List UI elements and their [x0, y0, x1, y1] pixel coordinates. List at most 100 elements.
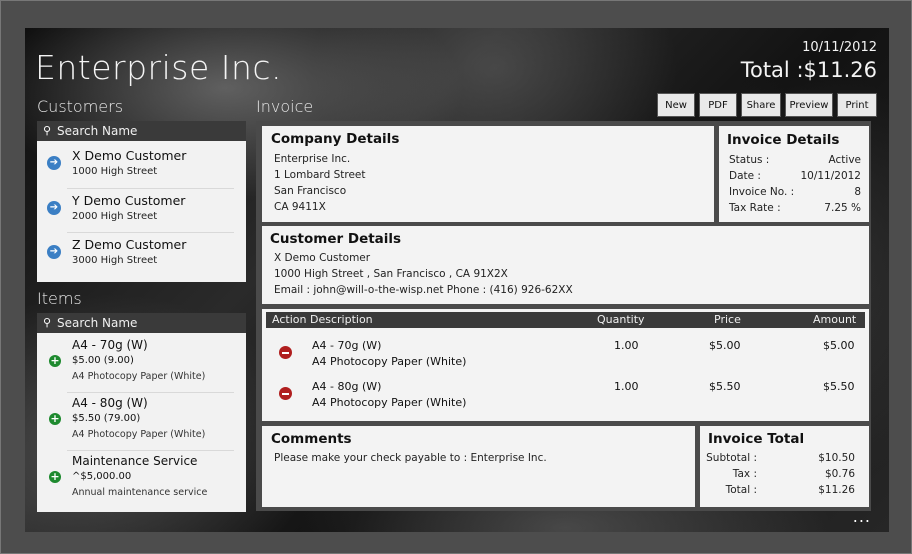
customer-details-contact: Email : john@will-o-the-wisp.net Phone :…: [274, 284, 573, 296]
new-button[interactable]: New: [657, 93, 695, 117]
comments-title: Comments: [271, 431, 352, 447]
app-title: Enterprise Inc.: [35, 48, 283, 87]
invoice-total-card: Invoice Total Subtotal : $10.50 Tax : $0…: [700, 426, 869, 507]
arrow-right-icon: ➔: [47, 245, 61, 259]
total-value: $11.26: [818, 484, 855, 496]
customers-panel: ⚲ Search Name ➔ X Demo Customer 1000 Hig…: [37, 121, 246, 282]
item-price: $5.00 (9.00): [72, 355, 134, 366]
line-items-header: Action Description Quantity Price Amount: [266, 312, 865, 328]
col-action: Action: [272, 313, 307, 326]
item-description: A4 Photocopy Paper (White): [72, 371, 206, 382]
customer-name: Y Demo Customer: [72, 193, 186, 208]
item-search-input[interactable]: ⚲ Search Name: [37, 313, 246, 333]
customer-address: 2000 High Street: [72, 211, 158, 222]
customer-item-z[interactable]: ➔ Z Demo Customer 3000 High Street: [37, 232, 245, 276]
item-row-a4-70g[interactable]: + A4 - 70g (W) $5.00 (9.00) A4 Photocopy…: [37, 335, 245, 393]
customer-item-y[interactable]: ➔ Y Demo Customer 2000 High Street: [37, 188, 245, 232]
customer-search-placeholder: Search Name: [57, 124, 138, 138]
line-item-amount: $5.50: [823, 380, 855, 393]
company-line: CA 9411X: [274, 201, 326, 213]
customer-details-title: Customer Details: [270, 231, 402, 247]
line-item-description: A4 Photocopy Paper (White): [312, 396, 467, 409]
customer-details-card: Customer Details X Demo Customer 1000 Hi…: [262, 226, 869, 304]
search-icon: ⚲: [43, 316, 52, 329]
line-item-name: A4 - 80g (W): [312, 380, 382, 393]
customer-address: 1000 High Street: [72, 166, 158, 177]
add-icon: +: [49, 354, 61, 367]
search-icon: ⚲: [43, 124, 52, 137]
col-amount: Amount: [813, 313, 857, 326]
customer-details-address: 1000 High Street , San Francisco , CA 91…: [274, 268, 508, 280]
arrow-right-icon: ➔: [47, 156, 61, 170]
tax-rate-value: 7.25 %: [824, 202, 861, 214]
invoice-heading: Invoice: [256, 97, 314, 116]
line-item-quantity: 1.00: [614, 339, 639, 352]
item-search-placeholder: Search Name: [57, 316, 138, 330]
status-value: Active: [828, 154, 861, 166]
item-row-maintenance[interactable]: + Maintenance Service ^$5,000.00 Annual …: [37, 451, 245, 509]
item-name: Maintenance Service: [72, 454, 198, 468]
customers-heading: Customers: [37, 97, 124, 116]
status-label: Status :: [729, 154, 770, 166]
date-value: 10/11/2012: [800, 170, 861, 182]
subtotal-value: $10.50: [818, 452, 855, 464]
customer-name: X Demo Customer: [72, 148, 187, 163]
invoice-details-card: Invoice Details Status : Active Date : 1…: [719, 126, 869, 222]
customer-address: 3000 High Street: [72, 255, 158, 266]
invoice-total-title: Invoice Total: [708, 431, 805, 447]
preview-button[interactable]: Preview: [785, 93, 833, 117]
company-details-title: Company Details: [271, 131, 400, 147]
header-date: 10/11/2012: [802, 40, 877, 55]
col-price: Price: [714, 313, 741, 326]
comments-text[interactable]: Please make your check payable to : Ente…: [274, 452, 547, 464]
items-panel: ⚲ Search Name + A4 - 70g (W) $5.00 (9.00…: [37, 313, 246, 512]
line-item-amount: $5.00: [823, 339, 855, 352]
customer-search-input[interactable]: ⚲ Search Name: [37, 121, 246, 141]
tax-value: $0.76: [824, 468, 855, 480]
add-icon: +: [49, 412, 61, 425]
total-label: Total :: [725, 484, 757, 496]
arrow-right-icon: ➔: [47, 201, 61, 215]
pdf-button[interactable]: PDF: [699, 93, 737, 117]
print-button[interactable]: Print: [837, 93, 877, 117]
line-item-description: A4 Photocopy Paper (White): [312, 355, 467, 368]
item-name: A4 - 70g (W): [72, 338, 148, 352]
customer-name: Z Demo Customer: [72, 237, 187, 252]
device-frame: Enterprise Inc. 10/11/2012 Total :$11.26…: [0, 0, 912, 554]
line-item-price: $5.50: [709, 380, 741, 393]
app-screen: Enterprise Inc. 10/11/2012 Total :$11.26…: [25, 28, 889, 532]
invoice-number-value: 8: [854, 186, 861, 198]
item-description: A4 Photocopy Paper (White): [72, 429, 206, 440]
col-quantity: Quantity: [597, 313, 645, 326]
line-item-name: A4 - 70g (W): [312, 339, 382, 352]
company-details-card: Company Details Enterprise Inc. 1 Lombar…: [262, 126, 714, 222]
item-price: $5.50 (79.00): [72, 413, 141, 424]
tax-rate-label: Tax Rate :: [729, 202, 781, 214]
col-description: Description: [310, 313, 373, 326]
item-price: ^$5,000.00: [72, 471, 132, 482]
invoice-number-label: Invoice No. :: [729, 186, 795, 198]
company-line: 1 Lombard Street: [274, 169, 366, 181]
line-item-quantity: 1.00: [614, 380, 639, 393]
invoice-details-title: Invoice Details: [727, 132, 840, 148]
add-icon: +: [49, 470, 61, 483]
items-heading: Items: [37, 289, 82, 308]
remove-line-icon[interactable]: [279, 387, 292, 400]
customer-item-x[interactable]: ➔ X Demo Customer 1000 High Street: [37, 143, 245, 187]
item-description: Annual maintenance service: [72, 487, 208, 498]
line-items-card: Action Description Quantity Price Amount…: [262, 309, 869, 421]
item-row-a4-80g[interactable]: + A4 - 80g (W) $5.50 (79.00) A4 Photocop…: [37, 393, 245, 451]
more-options-icon[interactable]: ...: [853, 507, 871, 526]
item-name: A4 - 80g (W): [72, 396, 148, 410]
share-button[interactable]: Share: [741, 93, 781, 117]
customer-details-name: X Demo Customer: [274, 252, 371, 264]
company-line: San Francisco: [274, 185, 347, 197]
company-line: Enterprise Inc.: [274, 153, 351, 165]
line-item-price: $5.00: [709, 339, 741, 352]
remove-line-icon[interactable]: [279, 346, 292, 359]
tax-label: Tax :: [732, 468, 757, 480]
header-total: Total :$11.26: [740, 58, 877, 82]
subtotal-label: Subtotal :: [706, 452, 757, 464]
comments-card: Comments Please make your check payable …: [262, 426, 695, 507]
date-label: Date :: [729, 170, 761, 182]
